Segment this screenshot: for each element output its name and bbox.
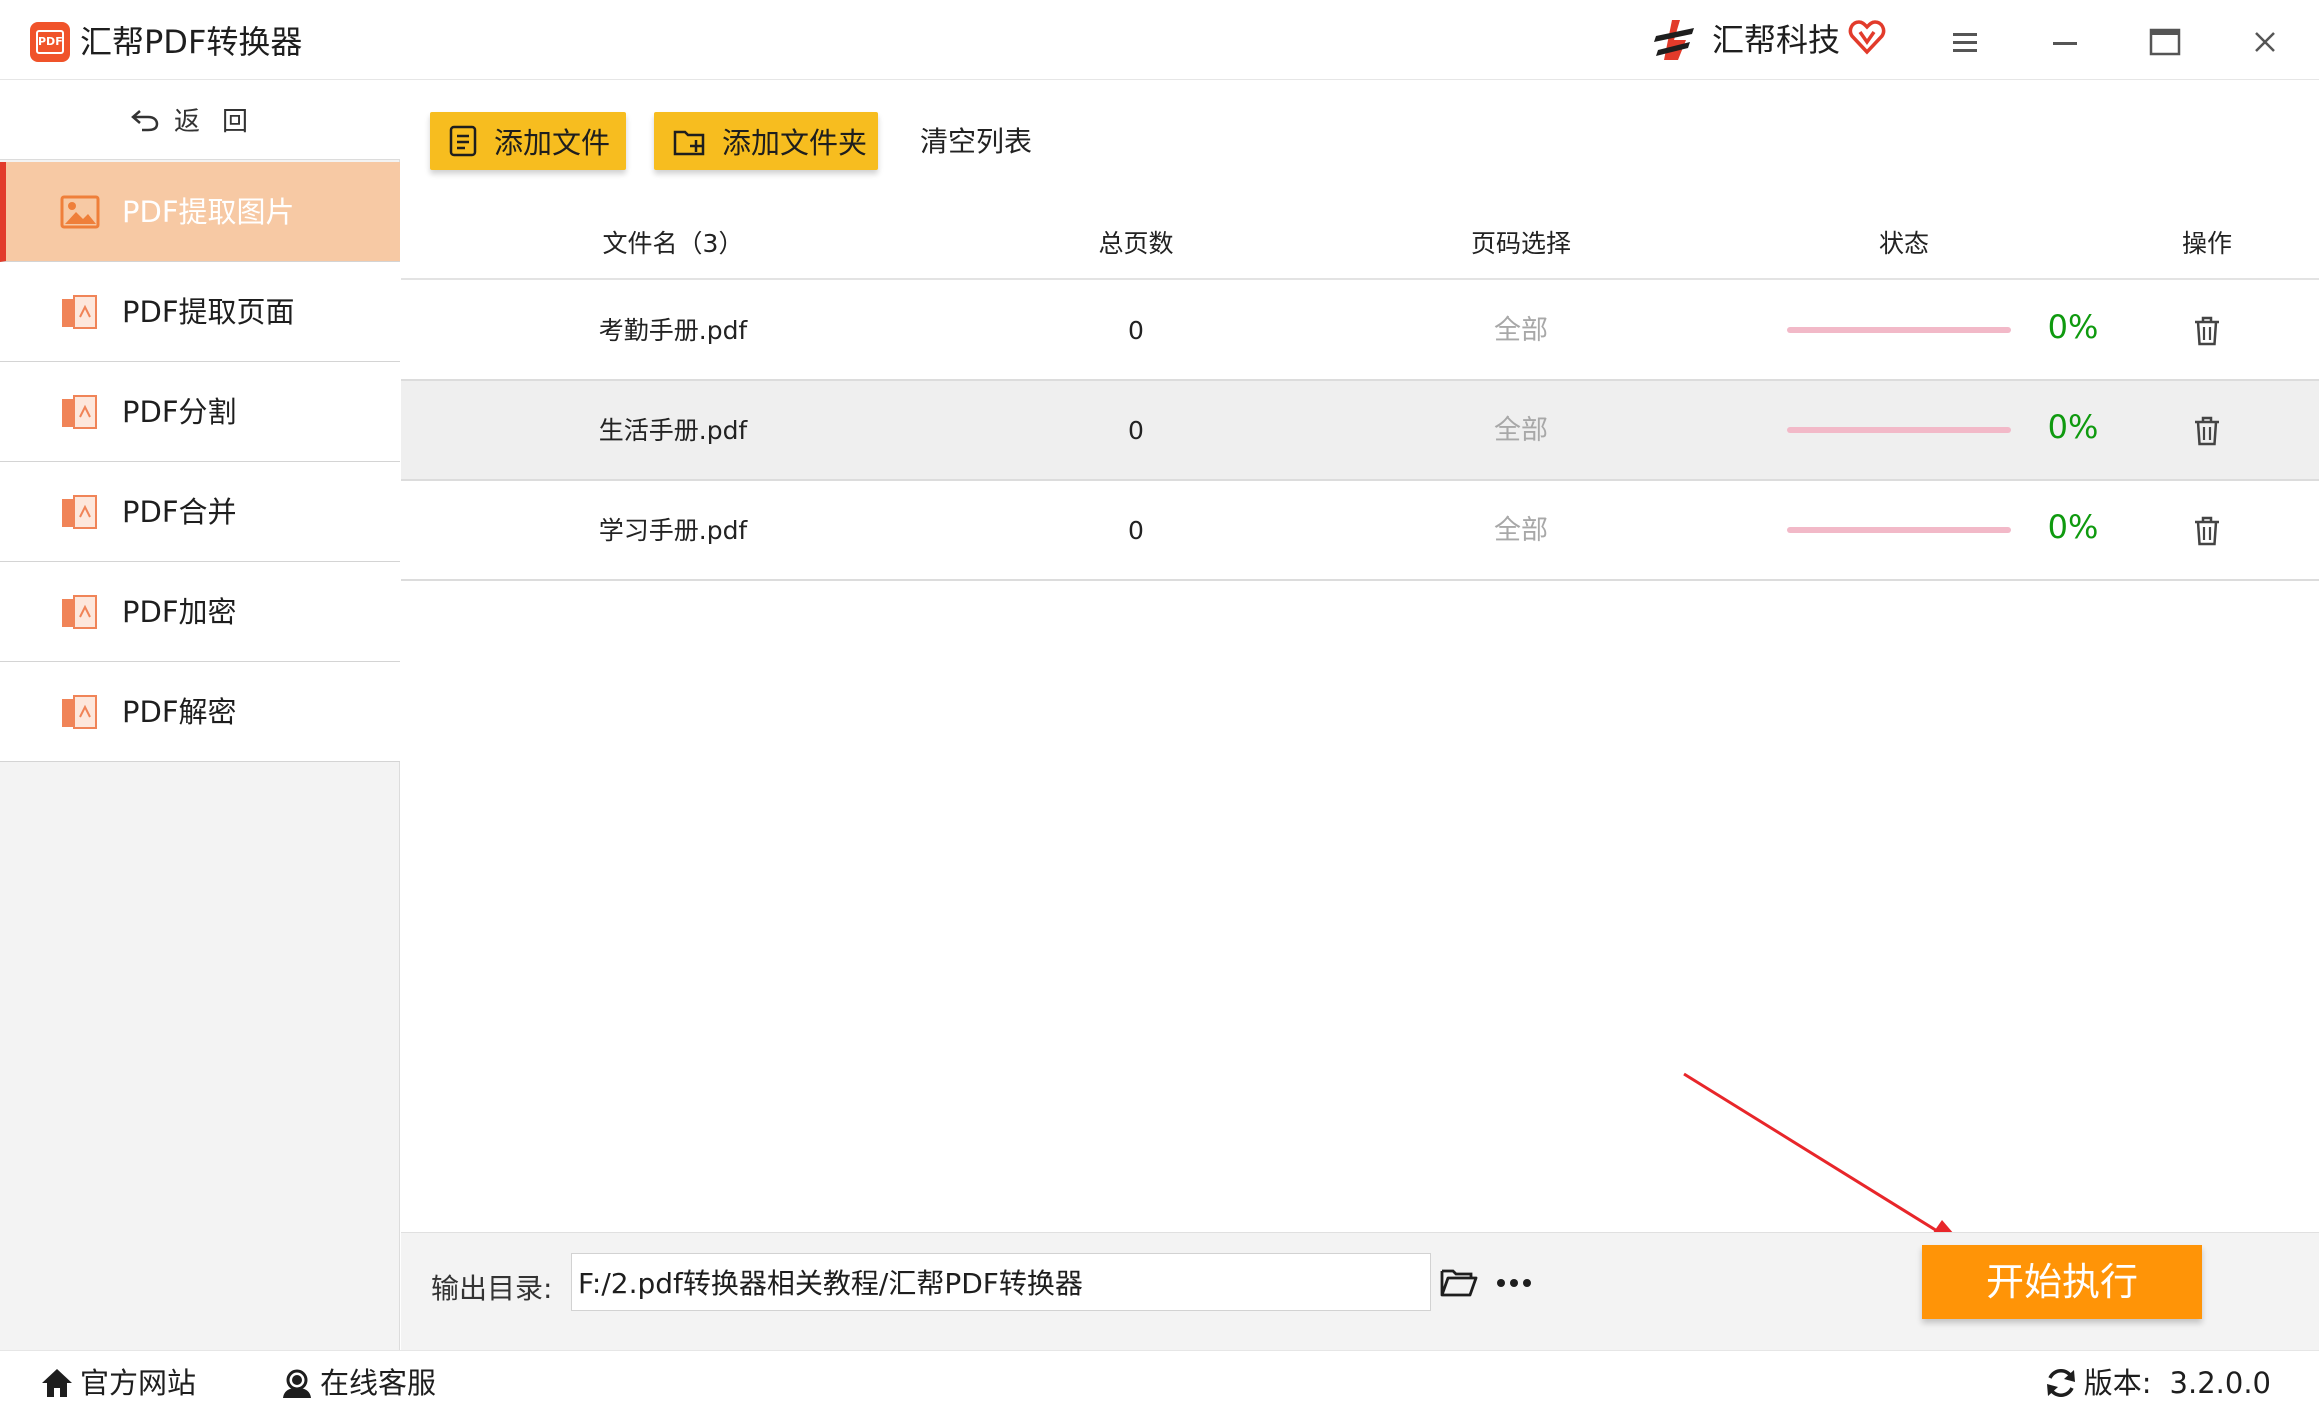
sidebar: 返回 PDF提取图片 PDF提取页面 PDF分割 PDF合并 PDF加密 PDF… bbox=[0, 80, 400, 1350]
pdf-file-icon bbox=[62, 495, 97, 529]
clear-list-button[interactable]: 清空列表 bbox=[920, 122, 1032, 162]
sidebar-item-split[interactable]: PDF分割 bbox=[0, 362, 400, 462]
column-header-range: 页码选择 bbox=[1470, 229, 1572, 258]
row-progress-bar bbox=[1787, 527, 2011, 533]
column-header-pages: 总页数 bbox=[1098, 229, 1174, 258]
menu-button[interactable] bbox=[1940, 20, 1990, 64]
brand-name: 汇帮科技 bbox=[1712, 21, 1841, 59]
column-header-action: 操作 bbox=[2181, 229, 2233, 258]
sidebar-item-extract-pages[interactable]: PDF提取页面 bbox=[0, 262, 400, 362]
row-pages: 0 bbox=[1128, 316, 1144, 345]
folder-open-icon[interactable] bbox=[1439, 1265, 1479, 1299]
pdf-file-icon bbox=[62, 395, 97, 429]
add-folder-label: 添加文件夹 bbox=[722, 126, 868, 160]
back-arrow-icon bbox=[131, 109, 159, 131]
row-progress-percent: 0% bbox=[2047, 508, 2099, 546]
row-filename: 生活手册.pdf bbox=[598, 416, 748, 445]
trash-icon[interactable] bbox=[2192, 315, 2222, 347]
row-pages: 0 bbox=[1128, 516, 1144, 545]
app-logo-text: PDF bbox=[36, 30, 64, 54]
app-title: 汇帮PDF转换器 bbox=[80, 23, 303, 61]
add-file-icon bbox=[449, 125, 477, 157]
row-progress-percent: 0% bbox=[2047, 308, 2099, 346]
row-pages: 0 bbox=[1128, 416, 1144, 445]
row-progress-bar bbox=[1787, 327, 2011, 333]
maximize-button[interactable] bbox=[2140, 20, 2190, 64]
close-icon bbox=[2255, 32, 2275, 52]
add-folder-icon bbox=[673, 130, 705, 156]
table-header: 文件名（3） 总页数 页码选择 状态 操作 bbox=[401, 210, 2319, 280]
output-directory-input[interactable] bbox=[571, 1253, 1431, 1311]
brand-logo-icon bbox=[1654, 20, 1694, 60]
pdf-file-icon bbox=[62, 595, 97, 629]
app-logo-icon: PDF bbox=[30, 22, 70, 62]
official-website-label: 官方网站 bbox=[80, 1366, 197, 1400]
back-button[interactable]: 返回 bbox=[0, 80, 400, 160]
minimize-icon bbox=[2053, 42, 2077, 45]
more-options-button[interactable] bbox=[1491, 1263, 1537, 1303]
column-header-filename: 文件名（3） bbox=[602, 229, 744, 258]
footer: 官方网站 在线客服 版本: 3.2.0.0 bbox=[0, 1350, 2319, 1419]
sidebar-item-extract-images[interactable]: PDF提取图片 bbox=[0, 162, 400, 262]
minimize-button[interactable] bbox=[2040, 20, 2090, 64]
sidebar-item-label: PDF提取图片 bbox=[122, 194, 295, 229]
customer-service-icon bbox=[283, 1369, 311, 1398]
sidebar-item-encrypt[interactable]: PDF加密 bbox=[0, 562, 400, 662]
add-file-button[interactable]: 添加文件 bbox=[430, 112, 626, 170]
version-value: 3.2.0.0 bbox=[2169, 1366, 2271, 1400]
refresh-icon[interactable] bbox=[2044, 1366, 2078, 1400]
row-page-range[interactable]: 全部 bbox=[1494, 411, 1548, 451]
row-filename: 学习手册.pdf bbox=[598, 516, 748, 545]
row-progress-percent: 0% bbox=[2047, 408, 2099, 446]
row-progress-bar bbox=[1787, 427, 2011, 433]
row-page-range[interactable]: 全部 bbox=[1494, 311, 1548, 351]
online-support-link[interactable]: 在线客服 bbox=[280, 1361, 436, 1405]
annotation-arrow-icon bbox=[1683, 1072, 1966, 1248]
online-support-label: 在线客服 bbox=[320, 1366, 437, 1400]
home-icon bbox=[42, 1369, 72, 1397]
table-row[interactable]: 生活手册.pdf 0 全部 0% bbox=[401, 381, 2319, 481]
trash-icon[interactable] bbox=[2192, 415, 2222, 447]
table-row[interactable]: 学习手册.pdf 0 全部 0% bbox=[401, 481, 2319, 581]
pdf-file-icon bbox=[62, 695, 97, 729]
table-row[interactable]: 考勤手册.pdf 0 全部 0% bbox=[401, 281, 2319, 381]
sidebar-item-label: PDF加密 bbox=[122, 594, 237, 629]
version-info: 版本: 3.2.0.0 bbox=[2044, 1361, 2271, 1405]
sidebar-item-label: PDF分割 bbox=[122, 394, 237, 429]
output-bar: 输出目录: 开始执行 bbox=[401, 1232, 2319, 1350]
sidebar-item-label: PDF合并 bbox=[122, 494, 237, 529]
hamburger-menu-icon bbox=[1953, 33, 1977, 52]
title-bar: PDF 汇帮PDF转换器 汇帮科技 bbox=[0, 0, 2319, 80]
add-file-label: 添加文件 bbox=[494, 126, 611, 160]
official-website-link[interactable]: 官方网站 bbox=[40, 1361, 196, 1405]
row-filename: 考勤手册.pdf bbox=[598, 316, 748, 345]
image-icon bbox=[60, 195, 100, 229]
maximize-icon bbox=[2149, 28, 2181, 56]
pdf-file-icon bbox=[62, 295, 97, 329]
more-dots-icon bbox=[1497, 1279, 1531, 1287]
row-page-range[interactable]: 全部 bbox=[1494, 511, 1548, 551]
add-folder-button[interactable]: 添加文件夹 bbox=[654, 112, 878, 170]
sidebar-item-label: PDF提取页面 bbox=[122, 294, 295, 329]
trash-icon[interactable] bbox=[2192, 515, 2222, 547]
vip-heart-icon[interactable] bbox=[1848, 18, 1886, 56]
column-header-status: 状态 bbox=[1878, 229, 1930, 258]
sidebar-item-label: PDF解密 bbox=[122, 694, 237, 729]
version-label: 版本: bbox=[2083, 1366, 2152, 1400]
close-button[interactable] bbox=[2240, 20, 2290, 64]
start-button[interactable]: 开始执行 bbox=[1922, 1245, 2202, 1319]
sidebar-item-merge[interactable]: PDF合并 bbox=[0, 462, 400, 562]
back-label: 返回 bbox=[173, 107, 270, 137]
sidebar-item-decrypt[interactable]: PDF解密 bbox=[0, 662, 400, 762]
output-directory-label: 输出目录: bbox=[431, 1272, 553, 1305]
